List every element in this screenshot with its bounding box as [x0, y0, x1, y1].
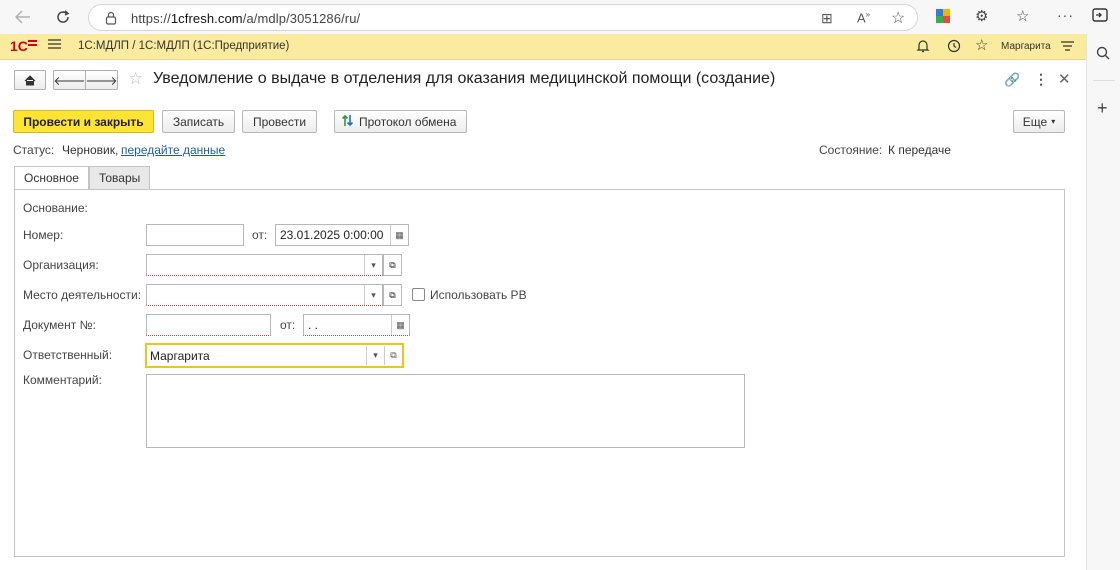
site-info-icon[interactable]	[105, 11, 117, 28]
docnum-input[interactable]	[146, 314, 271, 336]
exchange-protocol-label: Протокол обмена	[359, 114, 457, 129]
organization-label: Организация:	[23, 258, 99, 272]
responsible-input[interactable]: Маргарита ▾ ⧉	[145, 343, 404, 368]
extensions-puzzle-icon[interactable]: ⚙	[975, 7, 988, 25]
comment-textarea[interactable]	[146, 374, 745, 448]
favorite-star-icon[interactable]: ☆	[891, 8, 905, 28]
post-and-close-button[interactable]: Провести и закрыть	[13, 110, 154, 133]
place-input[interactable]: ▾	[146, 284, 383, 306]
hamburger-menu-icon[interactable]	[48, 38, 61, 52]
responsible-value: Маргарита	[150, 349, 210, 363]
dropdown-arrow-icon[interactable]: ▾	[366, 346, 384, 365]
logo-stripes	[28, 40, 37, 42]
favorites-star-icon[interactable]: ☆	[975, 36, 988, 54]
back-button[interactable]: 🡐	[53, 70, 86, 90]
use-rv-checkbox[interactable]	[412, 288, 425, 301]
history-clock-icon[interactable]	[947, 39, 961, 56]
number-label: Номер:	[23, 228, 64, 242]
dropdown-arrow-icon[interactable]: ▾	[364, 255, 382, 275]
open-responsible-icon[interactable]: ⧉	[384, 346, 402, 365]
favorites-icon[interactable]: ☆	[1016, 7, 1029, 25]
main-tab-panel: Основание: Номер: от: 23.01.2025 0:00:00…	[14, 189, 1065, 557]
reload-icon[interactable]	[50, 5, 76, 29]
state-label: Состояние:	[819, 143, 883, 157]
number-input[interactable]	[146, 224, 244, 246]
more-button-label: Еще	[1022, 114, 1048, 129]
organization-input[interactable]: ▾	[146, 254, 383, 276]
more-menu-icon[interactable]: ···	[1057, 7, 1074, 23]
tab-goods[interactable]: Товары	[88, 166, 151, 189]
more-button[interactable]: Еще ▾	[1013, 110, 1065, 133]
responsible-label: Ответственный:	[23, 348, 113, 362]
exchange-arrows-icon	[341, 114, 354, 130]
date-value: 23.01.2025 0:00:00	[280, 228, 384, 242]
open-place-icon[interactable]: ⧉	[383, 284, 402, 306]
app-available-icon[interactable]: ⊞	[821, 10, 833, 27]
document-title: Уведомление о выдаче в отделения для ока…	[153, 70, 776, 87]
add-icon[interactable]: +	[1097, 98, 1108, 119]
favorite-star-icon[interactable]: ☆	[128, 69, 143, 89]
docdate-value: . .	[308, 318, 319, 332]
user-name[interactable]: Маргарита	[1001, 41, 1051, 52]
docnum-label: Документ №:	[23, 318, 96, 332]
calendar-icon[interactable]: ▦	[391, 315, 409, 335]
browser-toolbar: https://1cfresh.com/a/mdlp/3051286/ru/ ⊞…	[0, 0, 1120, 34]
open-organization-icon[interactable]: ⧉	[383, 254, 402, 276]
sidebar-toggle-icon[interactable]	[1092, 8, 1108, 25]
browser-sidebar: +	[1086, 34, 1120, 570]
more-actions-icon[interactable]: ⋮	[1034, 71, 1048, 88]
use-rv-label: Использовать РВ	[430, 288, 527, 302]
basis-label: Основание:	[23, 201, 88, 215]
app-header: 1С 1С:МДЛП / 1С:МДЛП (1С:Предприятие) ☆ …	[0, 34, 1086, 60]
tab-main[interactable]: Основное	[14, 166, 89, 190]
sidebar-divider	[1093, 80, 1115, 81]
url-text: https://1cfresh.com/a/mdlp/3051286/ru/	[131, 11, 361, 26]
post-button[interactable]: Провести	[242, 110, 317, 133]
settings-menu-icon[interactable]	[1061, 40, 1074, 55]
place-label: Место деятельности:	[23, 288, 142, 302]
link-icon[interactable]: 🔗	[1004, 72, 1020, 88]
document-form: 🡐 🡒 ☆ Уведомление о выдаче в отделения д…	[0, 60, 1086, 570]
exchange-protocol-button[interactable]: Протокол обмена	[334, 110, 467, 133]
docdate-input[interactable]: . . ▦	[303, 314, 410, 336]
extension-icon[interactable]	[936, 9, 950, 23]
notifications-bell-icon[interactable]	[916, 39, 930, 56]
status-label: Статус:	[13, 143, 55, 157]
forward-button[interactable]: 🡒	[85, 70, 118, 90]
calendar-icon[interactable]: ▦	[390, 225, 408, 245]
date-from-label: от:	[252, 228, 268, 242]
back-arrow-icon[interactable]	[10, 5, 36, 29]
chevron-down-icon: ▾	[1051, 117, 1056, 126]
tab-bar: Основное Товары	[14, 166, 151, 190]
date-input[interactable]: 23.01.2025 0:00:00 ▦	[275, 224, 409, 246]
status-value: Черновик,	[62, 143, 119, 157]
save-button[interactable]: Записать	[162, 110, 235, 133]
search-icon[interactable]	[1096, 46, 1110, 63]
close-icon[interactable]: ✕	[1058, 70, 1071, 88]
home-button[interactable]	[14, 70, 46, 90]
app-title: 1С:МДЛП / 1С:МДЛП (1С:Предприятие)	[78, 40, 290, 52]
address-bar[interactable]: https://1cfresh.com/a/mdlp/3051286/ru/ ⊞…	[88, 4, 918, 31]
app-logo: 1С	[10, 38, 28, 54]
docdate-from-label: от:	[280, 318, 296, 332]
dropdown-arrow-icon[interactable]: ▾	[364, 285, 382, 305]
comment-label: Комментарий:	[23, 373, 102, 387]
read-aloud-icon[interactable]: A»	[857, 10, 870, 25]
state-value: К передаче	[888, 143, 951, 157]
send-data-link[interactable]: передайте данные	[121, 143, 225, 157]
